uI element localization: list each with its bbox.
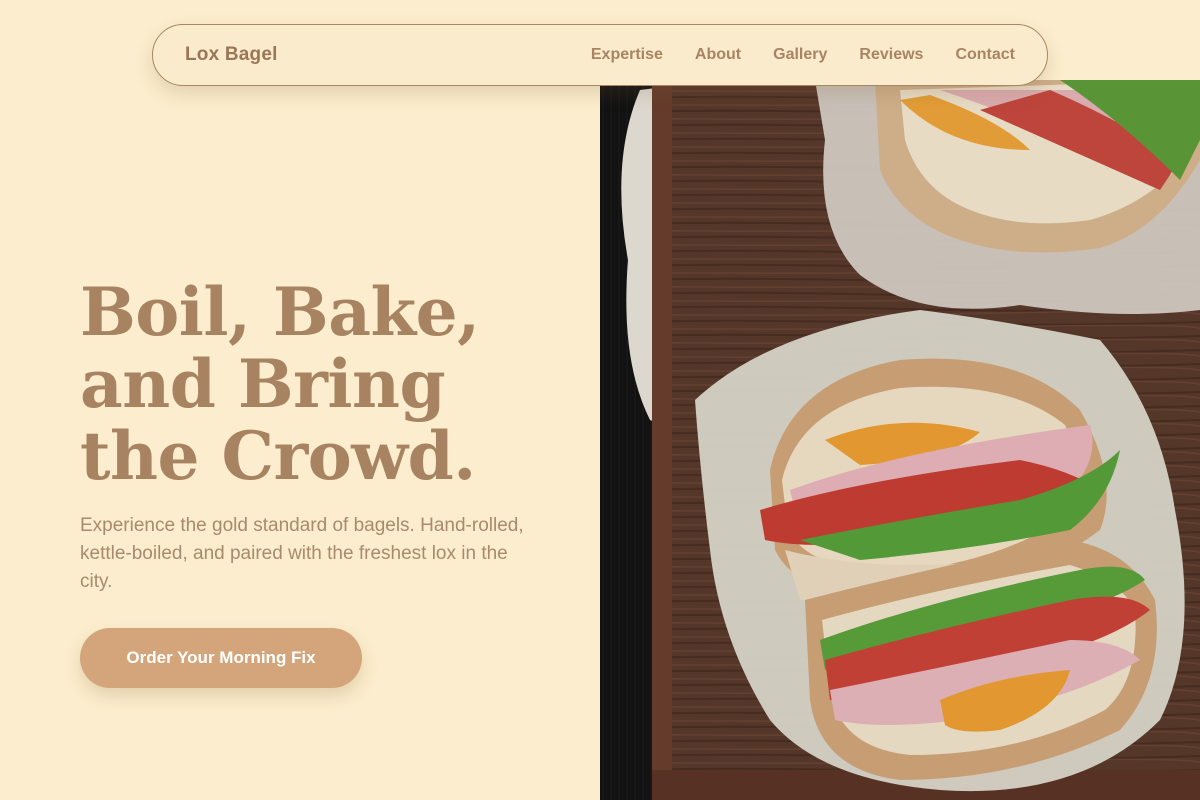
hero-headline: Boil, Bake, and Bring the Crowd. [80, 276, 580, 492]
nav-links: Expertise About Gallery Reviews Contact [591, 46, 1015, 64]
nav-link-contact[interactable]: Contact [955, 46, 1015, 64]
navbar: Lox Bagel Expertise About Gallery Review… [152, 24, 1048, 86]
headline-line: Boil, Bake, [80, 273, 480, 351]
headline-line: the Crowd. [80, 417, 476, 495]
nav-link-expertise[interactable]: Expertise [591, 46, 663, 64]
headline-line: and Bring [80, 345, 446, 423]
hero-photo [600, 80, 1200, 800]
nav-link-about[interactable]: About [695, 46, 741, 64]
hero-subtext: Experience the gold standard of bagels. … [80, 515, 524, 592]
nav-link-gallery[interactable]: Gallery [773, 46, 827, 64]
nav-link-reviews[interactable]: Reviews [859, 46, 923, 64]
brand-logo[interactable]: Lox Bagel [185, 44, 278, 66]
order-button[interactable]: Order Your Morning Fix [80, 628, 362, 688]
bagel-sandwich-photo [600, 80, 1200, 800]
